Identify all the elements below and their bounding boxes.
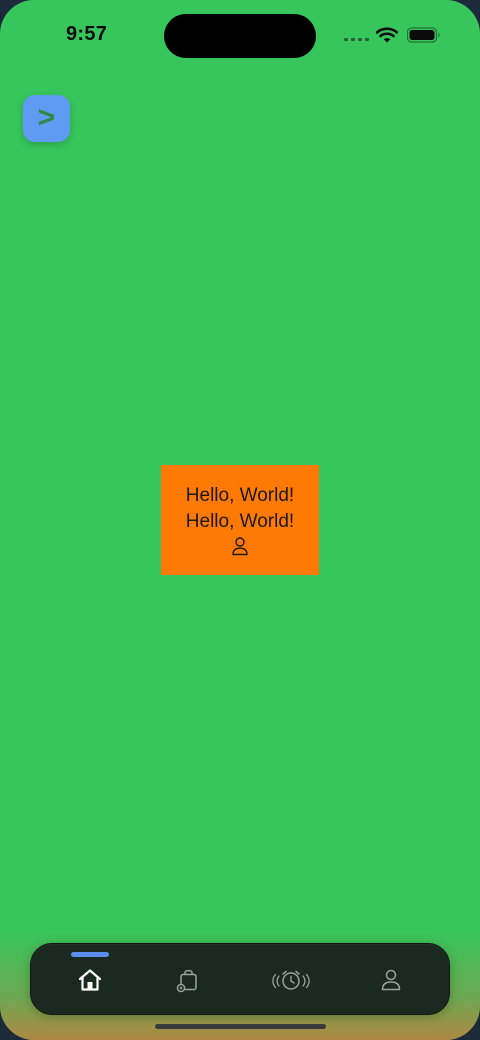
dynamic-island [164, 14, 316, 58]
cellular-signal-icon [344, 38, 370, 42]
tab-profile[interactable] [361, 944, 421, 1016]
tab-bar [30, 943, 450, 1015]
tab-bag[interactable] [158, 944, 218, 1016]
status-time: 9:57 [66, 23, 108, 45]
card-text-line-2: Hello, World! [185, 511, 295, 532]
home-indicator[interactable] [155, 1024, 326, 1029]
home-icon [78, 969, 102, 991]
tab-alarm[interactable] [261, 944, 321, 1016]
card-text-line-1: Hello, World! [185, 485, 295, 506]
tab-home[interactable] [60, 944, 120, 1016]
chevron-right-icon: > [37, 100, 56, 134]
phone-screen: 9:57 > Hello, World! Hello, World! [0, 0, 480, 1040]
alarm-clock-icon [272, 970, 310, 990]
hello-card: Hello, World! Hello, World! [161, 465, 319, 575]
expand-menu-button[interactable]: > [23, 95, 70, 142]
person-icon [232, 537, 248, 556]
bag-icon [176, 969, 197, 993]
status-bar: 9:57 [0, 0, 480, 70]
wifi-icon [376, 27, 398, 43]
battery-icon [407, 27, 440, 43]
person-icon [381, 969, 401, 991]
